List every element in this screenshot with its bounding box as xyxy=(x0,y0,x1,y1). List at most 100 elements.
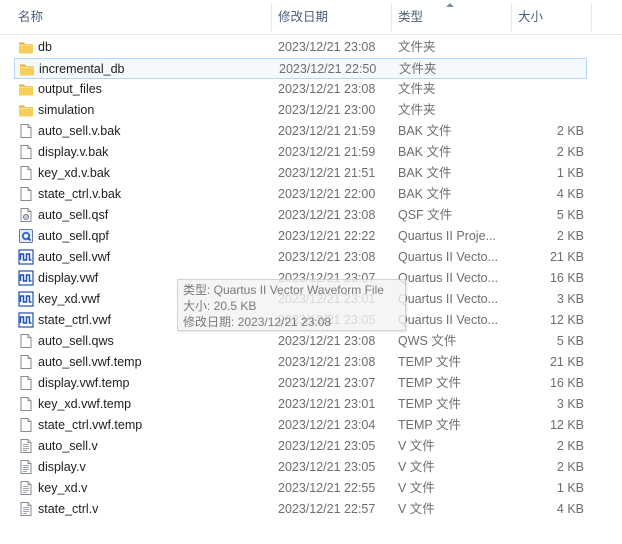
file-modified-date: 2023/12/21 23:08 xyxy=(278,208,376,222)
file-name: auto_sell.vwf xyxy=(38,250,111,264)
file-type: 文件夹 xyxy=(398,82,436,96)
file-name: auto_sell.v xyxy=(38,439,98,453)
file-type: BAK 文件 xyxy=(398,124,452,138)
file-name: auto_sell.qws xyxy=(38,334,114,348)
file-modified-date: 2023/12/21 23:01 xyxy=(278,397,376,411)
column-header-name[interactable]: 名称 xyxy=(18,0,268,34)
file-type: Quartus II Vecto... xyxy=(398,271,499,285)
file-size: 21 KB xyxy=(549,355,584,369)
file-size: 4 KB xyxy=(556,187,584,201)
file-name: display.v xyxy=(38,460,86,474)
file-modified-date: 2023/12/21 22:55 xyxy=(278,481,376,495)
file-modified-date: 2023/12/21 22:22 xyxy=(278,229,376,243)
file-name: key_xd.v.bak xyxy=(38,166,111,180)
file-name: key_xd.vwf xyxy=(38,292,100,306)
file-type: Quartus II Proje... xyxy=(398,229,496,243)
file-name: db xyxy=(38,40,52,54)
blank-file-icon xyxy=(18,375,34,391)
file-modified-date: 2023/12/21 23:08 xyxy=(278,40,376,54)
file-row[interactable]: auto_sell.qws 2023/12/21 23:08 QWS 文件 5 KB xyxy=(14,331,587,352)
file-name: auto_sell.v.bak xyxy=(38,124,121,138)
file-type: BAK 文件 xyxy=(398,187,452,201)
column-divider[interactable] xyxy=(511,3,512,31)
file-row[interactable]: auto_sell.vwf.temp 2023/12/21 23:08 TEMP 文… xyxy=(14,352,587,373)
file-row[interactable]: key_xd.v.bak 2023/12/21 21:51 BAK 文件 1 KB xyxy=(14,163,587,184)
sort-ascending-icon xyxy=(446,3,454,7)
file-size: 2 KB xyxy=(556,460,584,474)
file-modified-date: 2023/12/21 23:04 xyxy=(278,418,376,432)
file-type: QSF 文件 xyxy=(398,208,453,222)
file-row[interactable]: auto_sell.qpf 2023/12/21 22:22 Quartus II … xyxy=(14,226,587,247)
file-name: output_files xyxy=(38,82,102,96)
waveform-file-icon xyxy=(18,312,34,328)
file-type: BAK 文件 xyxy=(398,145,452,159)
file-name: key_xd.v xyxy=(38,481,88,495)
file-row[interactable]: state_ctrl.vwf.temp 2023/12/21 23:04 TEMP … xyxy=(14,415,587,436)
file-type: V 文件 xyxy=(398,502,435,516)
file-row[interactable]: auto_sell.vwf 2023/12/21 23:08 Quartus II … xyxy=(14,247,587,268)
column-divider[interactable] xyxy=(391,3,392,31)
blank-file-icon xyxy=(18,165,34,181)
file-size: 3 KB xyxy=(556,292,584,306)
tooltip-date-line: 修改日期: 2023/12/21 23:08 xyxy=(183,315,332,329)
column-divider[interactable] xyxy=(591,3,592,31)
file-row[interactable]: auto_sell.qsf 2023/12/21 23:08 QSF 文件 5 KB xyxy=(14,205,587,226)
file-size: 12 KB xyxy=(549,313,584,327)
waveform-file-icon xyxy=(18,270,34,286)
file-name: auto_sell.qpf xyxy=(38,229,109,243)
file-row[interactable]: simulation 2023/12/21 23:00 文件夹 xyxy=(14,100,587,121)
file-type: Quartus II Vecto... xyxy=(398,292,499,306)
tooltip-type-line: 类型: Quartus II Vector Waveform File xyxy=(183,283,384,297)
file-modified-date: 2023/12/21 21:51 xyxy=(278,166,376,180)
file-name: state_ctrl.vwf.temp xyxy=(38,418,143,432)
file-name: display.v.bak xyxy=(38,145,109,159)
folder-icon xyxy=(18,102,34,118)
file-modified-date: 2023/12/21 23:08 xyxy=(278,250,376,264)
column-header-date[interactable]: 修改日期 xyxy=(278,0,388,34)
column-divider[interactable] xyxy=(271,3,272,31)
file-name: auto_sell.qsf xyxy=(38,208,109,222)
blank-file-icon xyxy=(18,417,34,433)
file-modified-date: 2023/12/21 22:50 xyxy=(279,62,377,76)
file-row[interactable]: state_ctrl.v 2023/12/21 22:57 V 文件 4 KB xyxy=(14,499,587,520)
waveform-file-icon xyxy=(18,249,34,265)
file-type: 文件夹 xyxy=(398,103,436,117)
file-type: QWS 文件 xyxy=(398,334,457,348)
file-type: TEMP 文件 xyxy=(398,355,461,369)
file-modified-date: 2023/12/21 23:08 xyxy=(278,82,376,96)
file-row[interactable]: incremental_db 2023/12/21 22:50 文件夹 xyxy=(14,58,587,79)
folder-icon xyxy=(19,61,35,77)
file-type: V 文件 xyxy=(398,439,435,453)
file-name: auto_sell.vwf.temp xyxy=(38,355,142,369)
file-size: 16 KB xyxy=(549,271,584,285)
file-row[interactable]: db 2023/12/21 23:08 文件夹 xyxy=(14,37,587,58)
file-row[interactable]: display.v 2023/12/21 23:05 V 文件 2 KB xyxy=(14,457,587,478)
file-size: 21 KB xyxy=(549,250,584,264)
blank-file-icon xyxy=(18,186,34,202)
file-row[interactable]: output_files 2023/12/21 23:08 文件夹 xyxy=(14,79,587,100)
file-modified-date: 2023/12/21 23:07 xyxy=(278,376,376,390)
file-modified-date: 2023/12/21 23:05 xyxy=(278,460,376,474)
file-type: Quartus II Vecto... xyxy=(398,313,499,327)
file-type: 文件夹 xyxy=(398,40,436,54)
waveform-file-icon xyxy=(18,291,34,307)
file-type: Quartus II Vecto... xyxy=(398,250,499,264)
file-row[interactable]: auto_sell.v.bak 2023/12/21 21:59 BAK 文件 2 K… xyxy=(14,121,587,142)
settings-file-icon xyxy=(18,207,34,223)
folder-icon xyxy=(18,81,34,97)
file-row[interactable]: display.v.bak 2023/12/21 21:59 BAK 文件 2 KB xyxy=(14,142,587,163)
file-row[interactable]: key_xd.v 2023/12/21 22:55 V 文件 1 KB xyxy=(14,478,587,499)
text-file-icon xyxy=(18,459,34,475)
blank-file-icon xyxy=(18,354,34,370)
file-row[interactable]: key_xd.vwf.temp 2023/12/21 23:01 TEMP 文件 3 … xyxy=(14,394,587,415)
file-type: TEMP 文件 xyxy=(398,397,461,411)
file-name: display.vwf xyxy=(38,271,99,285)
file-modified-date: 2023/12/21 21:59 xyxy=(278,145,376,159)
tooltip-size-line: 大小: 20.5 KB xyxy=(183,299,257,313)
column-header-size[interactable]: 大小 xyxy=(518,0,588,34)
file-modified-date: 2023/12/21 22:00 xyxy=(278,187,376,201)
file-row[interactable]: auto_sell.v 2023/12/21 23:05 V 文件 2 KB xyxy=(14,436,587,457)
blank-file-icon xyxy=(18,144,34,160)
file-row[interactable]: display.vwf.temp 2023/12/21 23:07 TEMP 文件 1… xyxy=(14,373,587,394)
file-row[interactable]: state_ctrl.v.bak 2023/12/21 22:00 BAK 文件 4 … xyxy=(14,184,587,205)
